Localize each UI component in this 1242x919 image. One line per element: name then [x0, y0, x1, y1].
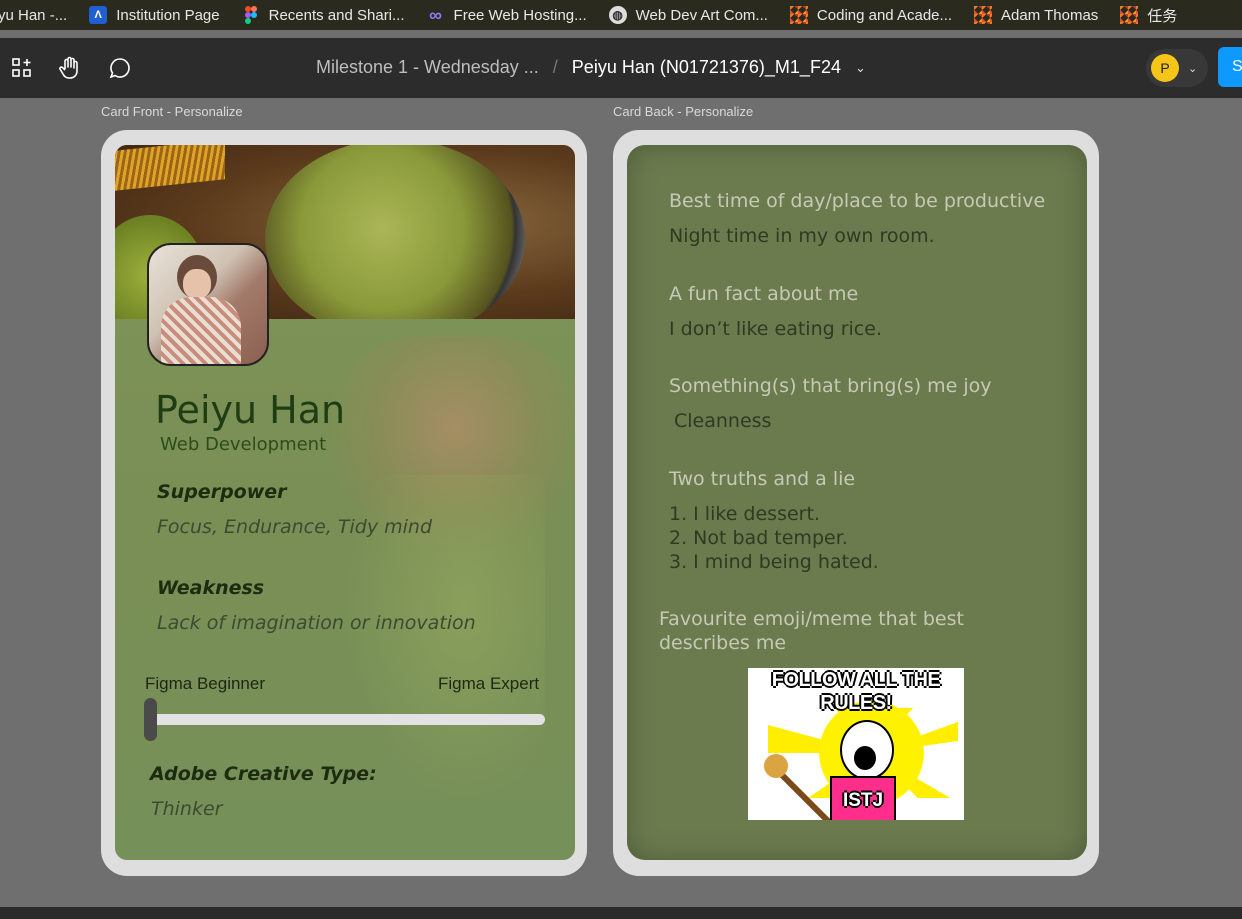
adobe-type-label: Adobe Creative Type: — [150, 763, 377, 785]
bookmark-item[interactable]: yu Han -... — [0, 7, 67, 24]
meme-label: ISTJ — [842, 790, 884, 811]
pixel-art-icon — [789, 6, 808, 24]
weakness-value: Lack of imagination or innovation — [157, 612, 476, 634]
matcha-bowl-image — [265, 145, 525, 319]
answer-productive: Night time in my own room. — [669, 225, 935, 247]
adobe-type-value: Thinker — [151, 798, 223, 820]
globe-icon: ◍ — [608, 6, 627, 24]
bookmark-label: yu Han -... — [0, 6, 68, 24]
bottom-bar — [0, 907, 1242, 919]
answer-fun-fact: I don’t like eating rice. — [669, 318, 882, 340]
bookmark-label: Recents and Shari... — [268, 6, 405, 24]
truths-lie-item: 3. I mind being hated. — [669, 551, 879, 573]
profile-photo — [147, 243, 269, 366]
plugins-grid-icon[interactable] — [10, 56, 34, 80]
pixel-art-icon — [974, 6, 993, 24]
breadcrumb: Milestone 1 - Wednesday ... / Peiyu Han … — [316, 57, 866, 78]
pixel-art-icon — [1120, 6, 1139, 24]
hand-tool-icon[interactable] — [58, 56, 82, 80]
slider-max-label: Figma Expert — [438, 674, 540, 693]
superpower-label: Superpower — [157, 481, 287, 503]
institution-icon: Λ — [89, 6, 108, 24]
photo-face — [183, 269, 211, 299]
chevron-down-icon[interactable]: ⌄ — [855, 60, 866, 76]
meme-title: FOLLOW ALL THE RULES! — [771, 669, 941, 714]
bookmarks-bar: yu Han -... Λ Institution Page Recents a… — [0, 0, 1242, 30]
answer-joy: Cleanness — [674, 410, 772, 432]
figma-toolbar: Milestone 1 - Wednesday ... / Peiyu Han … — [0, 38, 1242, 98]
superpower-value: Focus, Endurance, Tidy mind — [157, 516, 432, 538]
infinity-icon: ∞ — [429, 4, 442, 25]
photo-body — [161, 297, 241, 364]
slider-min-label: Figma Beginner — [145, 674, 266, 693]
frame-label-front[interactable]: Card Front - Personalize — [101, 104, 243, 119]
whisk-image — [115, 145, 225, 191]
bookmark-item[interactable]: Recents and Shari... — [242, 6, 405, 24]
share-button[interactable]: S — [1218, 47, 1242, 87]
frame-label-back[interactable]: Card Back - Personalize — [613, 104, 753, 119]
bookmark-item[interactable]: Adam Thomas — [974, 6, 1098, 24]
figma-skill-slider-track[interactable] — [148, 714, 545, 725]
weakness-label: Weakness — [157, 577, 265, 599]
page-name[interactable]: Peiyu Han (N01721376)_M1_F24 — [572, 57, 841, 78]
bookmark-item[interactable]: ◍ Web Dev Art Com... — [608, 6, 768, 24]
question-joy: Something(s) that bring(s) me joy — [669, 375, 992, 397]
question-productive: Best time of day/place to be productive — [669, 190, 1046, 212]
bookmark-item[interactable]: Coding and Acade... — [789, 6, 953, 24]
meme-broom-head — [764, 754, 788, 778]
bookmark-label: 任务 — [1147, 7, 1178, 25]
figma-icon — [242, 6, 260, 24]
breadcrumb-separator: / — [552, 57, 558, 77]
bookmark-item[interactable]: ∞ Free Web Hosting... — [427, 4, 587, 25]
file-name[interactable]: Milestone 1 - Wednesday ... — [316, 57, 539, 78]
bookmark-label: Coding and Acade... — [816, 6, 953, 24]
meme-image: FOLLOW ALL THE RULES! ISTJ — [748, 668, 964, 820]
bookmark-label: Web Dev Art Com... — [635, 6, 768, 24]
profile-role: Web Development — [160, 434, 327, 455]
meme-character-mouth — [854, 746, 876, 770]
profile-name: Peiyu Han — [155, 388, 346, 432]
question-emoji-meme: Favourite emoji/meme that best describes… — [659, 608, 964, 654]
truths-lie-item: 1. I like dessert. — [669, 503, 820, 525]
question-fun-fact: A fun fact about me — [669, 283, 859, 305]
bookmark-item[interactable]: Λ Institution Page — [89, 6, 220, 24]
question-truths-lie: Two truths and a lie — [669, 468, 856, 490]
bookmark-label: Free Web Hosting... — [453, 6, 587, 24]
bookmark-label: Adam Thomas — [1001, 6, 1099, 24]
chevron-down-icon: ⌄ — [1188, 62, 1198, 75]
figma-skill-slider-thumb[interactable] — [144, 698, 157, 741]
comment-icon[interactable] — [108, 56, 132, 80]
bookmark-item[interactable]: 任务 — [1120, 5, 1177, 26]
user-menu[interactable]: P ⌄ — [1146, 49, 1208, 87]
bookmark-label: Institution Page — [116, 6, 220, 24]
truths-lie-item: 2. Not bad temper. — [669, 527, 848, 549]
avatar: P — [1151, 54, 1179, 82]
